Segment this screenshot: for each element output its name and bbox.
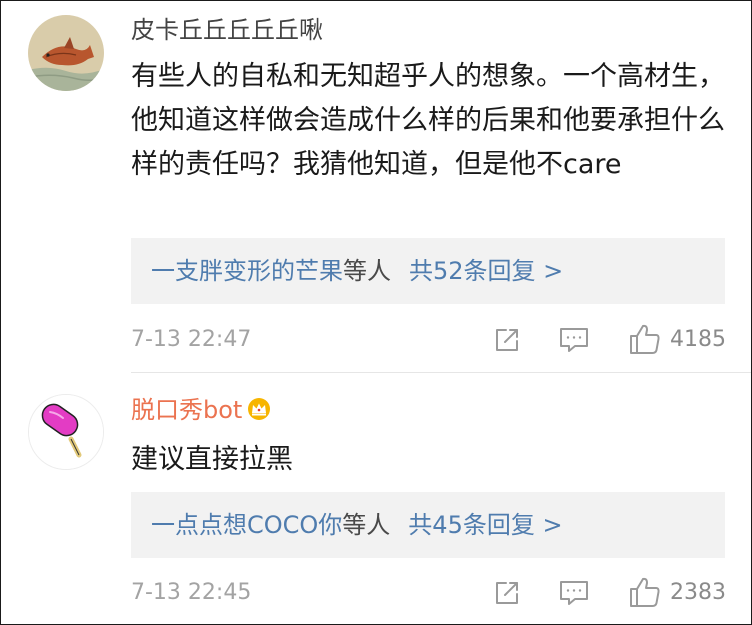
- like-icon[interactable]: [628, 322, 662, 356]
- comment-meta: 7-13 22:45 2383: [131, 575, 726, 609]
- share-icon[interactable]: [492, 578, 522, 608]
- crown-badge-icon: [246, 397, 272, 421]
- like-count: 4185: [670, 327, 726, 352]
- comment-meta: 7-13 22:47 4185: [131, 322, 726, 356]
- username[interactable]: 脱口秀bot: [131, 395, 272, 425]
- reply-user-link[interactable]: 一支胖变形的芒果: [151, 257, 343, 285]
- comment-icon[interactable]: [558, 325, 590, 355]
- fish-painting-avatar-icon: [28, 15, 104, 91]
- timestamp: 7-13 22:45: [131, 580, 252, 605]
- comment-icon[interactable]: [558, 578, 590, 608]
- reply-suffix: 等人: [343, 257, 391, 285]
- avatar[interactable]: [28, 394, 104, 470]
- like-count: 2383: [670, 580, 726, 605]
- like-icon[interactable]: [628, 575, 662, 609]
- replies-box[interactable]: 一点点想COCO你等人 共45条回复 >: [131, 492, 725, 558]
- reply-count-link[interactable]: 共52条回复 >: [409, 257, 563, 285]
- comment-item: 皮卡丘丘丘丘丘啾 有些人的自私和无知超乎人的想象。一个高材生，他知道这样做会造成…: [1, 1, 751, 372]
- username[interactable]: 皮卡丘丘丘丘丘啾: [131, 15, 323, 45]
- comment-text: 建议直接拉黑: [131, 444, 293, 475]
- reply-suffix: 等人: [342, 511, 391, 539]
- popsicle-avatar-icon: [29, 395, 103, 469]
- share-icon[interactable]: [492, 325, 522, 355]
- avatar[interactable]: [28, 15, 104, 91]
- reply-user-link[interactable]: 一点点想COCO你: [151, 511, 342, 539]
- reply-count-link[interactable]: 共45条回复 >: [408, 511, 562, 539]
- comment-text: 有些人的自私和无知超乎人的想象。一个高材生，他知道这样做会造成什么样的后果和他要…: [131, 61, 725, 180]
- timestamp: 7-13 22:47: [131, 327, 252, 352]
- replies-box[interactable]: 一支胖变形的芒果等人 共52条回复 >: [131, 238, 725, 304]
- comment-item: 脱口秀bot 建议直接拉黑 一点点想COCO你等人 共45条回复 > 7-13 2…: [1, 373, 751, 625]
